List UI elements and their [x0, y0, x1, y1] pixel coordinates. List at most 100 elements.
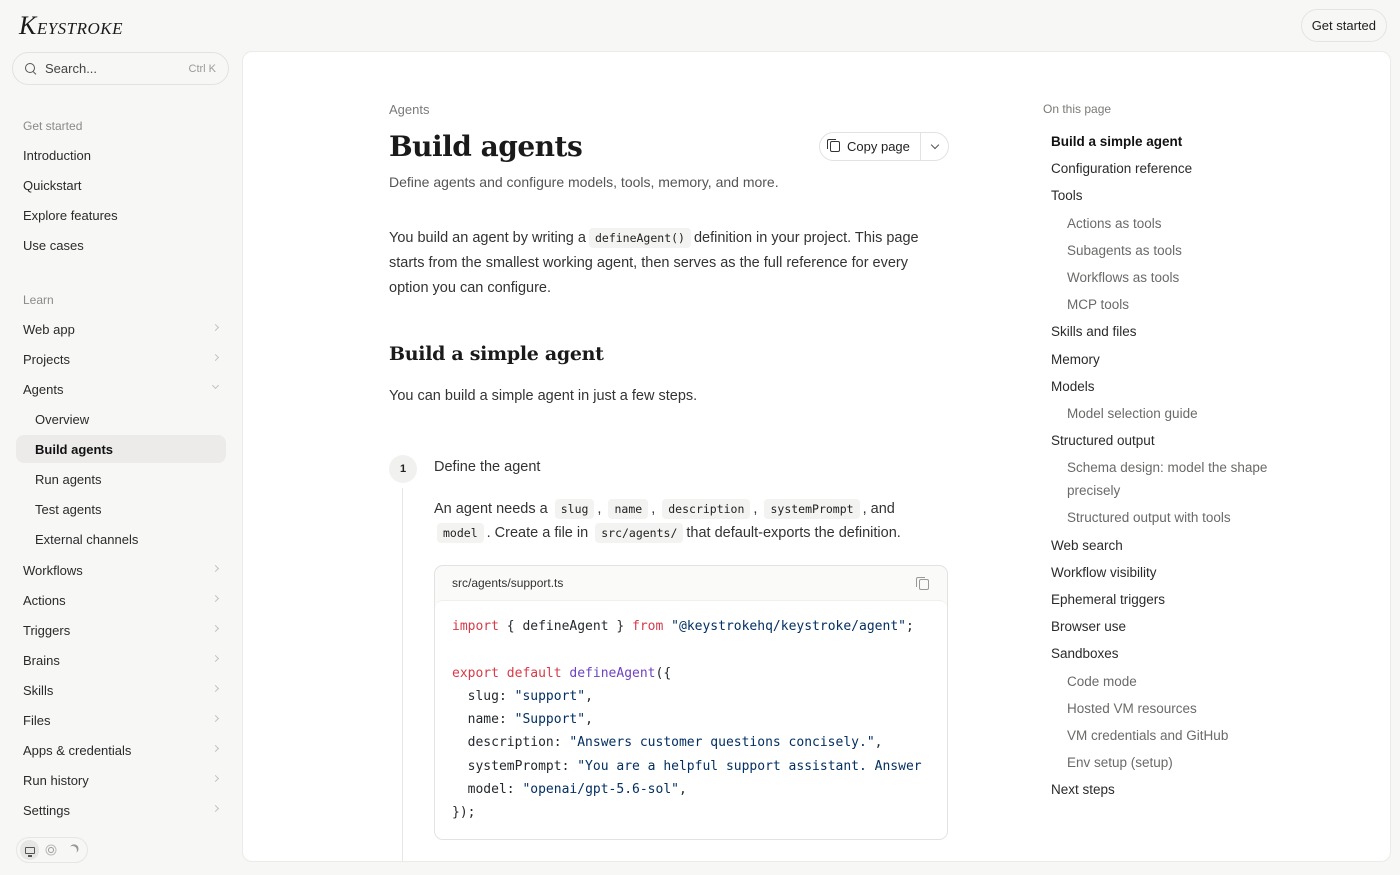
sidebar-item-test-agents[interactable]: Test agents	[16, 495, 226, 523]
toc-item[interactable]: Hosted VM resources	[1067, 697, 1337, 720]
code-line: model: "openai/gpt-5.6-sol",	[452, 778, 947, 801]
step-text: An agent needs a	[434, 501, 548, 517]
toc-item[interactable]: Schema design: model the shape precisely	[1067, 456, 1297, 502]
sidebar-item-actions[interactable]: Actions	[16, 586, 226, 614]
nav-section-get-started: Get started	[23, 119, 83, 133]
copy-page-label: Copy page	[847, 139, 910, 154]
sidebar-item-brains[interactable]: Brains	[16, 646, 226, 674]
code-block: src/agents/support.ts import { defineAge…	[434, 565, 948, 840]
sidebar-item-workflows[interactable]: Workflows	[16, 556, 226, 584]
toc-item[interactable]: Model selection guide	[1067, 402, 1337, 425]
step-number: 1	[389, 455, 417, 483]
sidebar-item-label: Agents	[23, 381, 64, 397]
code-string: "Support"	[514, 712, 586, 728]
breadcrumb[interactable]: Agents	[389, 102, 429, 117]
step-divider	[402, 488, 403, 861]
sidebar-item-use-cases[interactable]: Use cases	[16, 231, 226, 259]
code-text: ,	[874, 735, 883, 751]
monitor-icon	[24, 846, 35, 857]
sidebar-item-skills[interactable]: Skills	[16, 676, 226, 704]
code-body[interactable]: import { defineAgent } from "@keystrokeh…	[435, 600, 947, 839]
chevron-right-icon	[211, 323, 220, 332]
sidebar-item-external-channels[interactable]: External channels	[16, 525, 226, 553]
toc-item[interactable]: Next steps	[1051, 778, 1321, 801]
intro-paragraph: You build an agent by writing a defineAge…	[389, 226, 949, 301]
toc-item[interactable]: MCP tools	[1067, 293, 1337, 316]
toc-item[interactable]: Build a simple agent	[1051, 130, 1321, 153]
copy-code-button[interactable]	[914, 575, 930, 591]
sidebar-item-introduction[interactable]: Introduction	[16, 141, 226, 169]
chevron-right-icon	[211, 564, 220, 573]
toc-item[interactable]: Ephemeral triggers	[1051, 588, 1321, 611]
sidebar-item-label: Settings	[23, 802, 70, 818]
code-text: ({	[655, 665, 672, 681]
chevron-right-icon	[211, 804, 220, 813]
copy-page-button[interactable]: Copy page	[820, 133, 920, 160]
sidebar-item-apps-credentials[interactable]: Apps & credentials	[16, 736, 226, 764]
code-text: model:	[452, 782, 523, 798]
code-string: "Answers customer questions concisely."	[569, 735, 875, 751]
toc-item[interactable]: Actions as tools	[1067, 212, 1337, 235]
toc-item[interactable]: Browser use	[1051, 615, 1321, 638]
toc-item[interactable]: Sandboxes	[1051, 642, 1321, 665]
sidebar-item-web-app[interactable]: Web app	[16, 315, 226, 343]
toc-item[interactable]: Env setup (setup)	[1067, 751, 1337, 774]
toc-item[interactable]: Web search	[1051, 534, 1321, 557]
code-text: name:	[452, 712, 515, 728]
code-text: systemPrompt:	[452, 758, 578, 774]
page-subtitle: Define agents and configure models, tool…	[389, 174, 779, 190]
step-text: ,	[753, 501, 758, 517]
code-keyword: import	[452, 619, 499, 634]
toc-item[interactable]: Skills and files	[1051, 320, 1321, 343]
sidebar-item-agents[interactable]: Agents	[16, 375, 226, 403]
inline-code: model	[437, 523, 484, 543]
toc-item[interactable]: Workflow visibility	[1051, 561, 1321, 584]
chevron-right-icon	[211, 353, 220, 362]
simple-paragraph: You can build a simple agent in just a f…	[389, 388, 698, 404]
intro-text: You build an agent by writing a	[389, 230, 586, 246]
sidebar-item-explore-features[interactable]: Explore features	[16, 201, 226, 229]
code-header: src/agents/support.ts	[435, 566, 947, 600]
chevron-right-icon	[211, 624, 220, 633]
toc-item[interactable]: Memory	[1051, 348, 1321, 371]
inline-code: defineAgent()	[588, 228, 691, 248]
toc-item[interactable]: Tools	[1051, 184, 1321, 207]
code-text: ,	[585, 688, 593, 704]
search-input[interactable]: Search... Ctrl K	[12, 52, 229, 85]
sidebar-item-quickstart[interactable]: Quickstart	[16, 171, 226, 199]
sidebar-item-label: Apps & credentials	[23, 742, 132, 758]
sidebar-item-run-agents[interactable]: Run agents	[16, 465, 226, 493]
step-text: that default-exports the definition.	[686, 525, 901, 541]
theme-light-button[interactable]	[41, 840, 60, 860]
toc-item[interactable]: Structured output with tools	[1067, 506, 1337, 529]
sidebar-item-projects[interactable]: Projects	[16, 345, 226, 373]
toc-item[interactable]: Structured output	[1051, 429, 1321, 452]
theme-switcher	[16, 837, 88, 863]
sidebar-item-triggers[interactable]: Triggers	[16, 616, 226, 644]
toc-item[interactable]: Subagents as tools	[1067, 239, 1337, 262]
sidebar-item-overview[interactable]: Overview	[16, 405, 226, 433]
code-text: ;	[905, 619, 914, 634]
sidebar-item-files[interactable]: Files	[16, 706, 226, 734]
sidebar-item-label: Files	[23, 712, 51, 728]
toc-item[interactable]: Models	[1051, 375, 1321, 398]
sidebar-item-label: Actions	[23, 592, 66, 608]
toc-label: On this page	[1043, 102, 1112, 116]
sidebar-item-settings[interactable]: Settings	[16, 796, 226, 824]
theme-system-button[interactable]	[20, 840, 40, 860]
copy-page-dropdown[interactable]	[920, 133, 948, 160]
toc-item[interactable]: VM credentials and GitHub	[1067, 724, 1337, 747]
inline-code: slug	[554, 499, 595, 519]
sidebar-item-build-agents[interactable]: Build agents	[16, 435, 226, 463]
theme-dark-button[interactable]	[63, 840, 82, 860]
sidebar-item-label: Workflows	[23, 562, 83, 578]
code-string: "@keystrokehq/keystroke/agent"	[663, 619, 906, 634]
toc-item[interactable]: Workflows as tools	[1067, 266, 1337, 289]
toc-item[interactable]: Configuration reference	[1051, 157, 1321, 180]
toc-item[interactable]: Code mode	[1067, 670, 1337, 693]
get-started-button[interactable]: Get started	[1300, 9, 1387, 42]
keystroke-logo[interactable]: KEYSTROKE	[19, 11, 123, 41]
sidebar-item-run-history[interactable]: Run history	[16, 766, 226, 794]
code-line: export default defineAgent({	[452, 662, 947, 685]
